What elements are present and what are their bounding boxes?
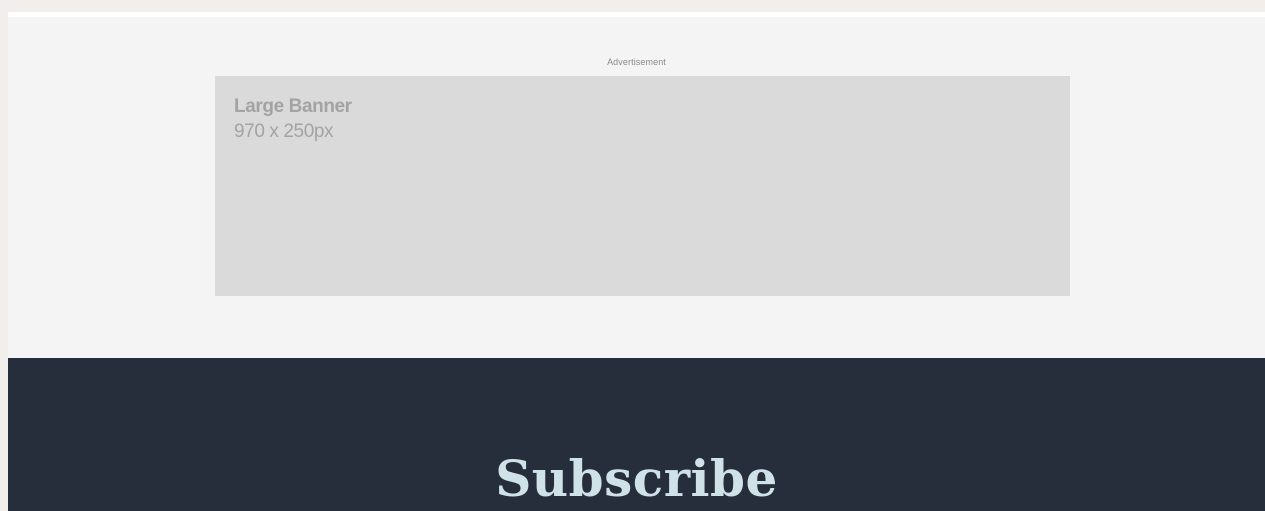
subscribe-heading: Subscribe <box>495 449 778 508</box>
advertisement-label: Advertisement <box>607 57 666 67</box>
ad-banner-title: Large Banner <box>234 96 352 117</box>
large-banner-ad[interactable]: Large Banner 970 x 250px <box>215 76 1070 296</box>
page-content: Advertisement Large Banner 970 x 250px S… <box>8 12 1265 511</box>
advertisement-section: Advertisement Large Banner 970 x 250px <box>8 17 1265 358</box>
ad-banner-size: 970 x 250px <box>234 121 334 142</box>
subscribe-section: Subscribe <box>8 358 1265 511</box>
